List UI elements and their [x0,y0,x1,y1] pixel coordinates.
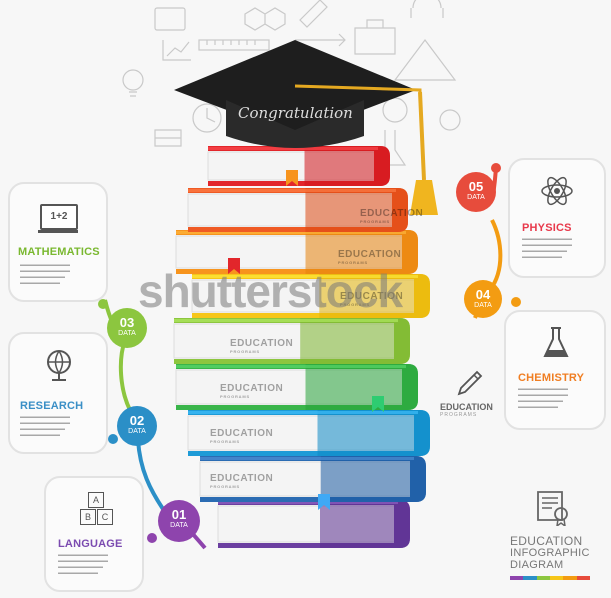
footer-line-3: DIAGRAM [510,559,564,571]
card-physics: PHYSICS ▬▬▬▬▬▬▬▬▬▬ ▬▬▬▬▬▬▬▬▬▬ ▬▬▬▬▬▬▬▬▬ ▬▬▬… [508,158,606,278]
card-language: A B C LANGUAGE ▬▬▬▬▬▬▬▬▬▬ ▬▬▬▬▬▬▬▬▬▬ ▬▬▬▬▬… [44,476,144,592]
graduation-cap-icon [174,40,438,215]
language-title: LANGUAGE [58,538,123,550]
abc-blocks-icon: A B C [78,492,118,526]
pencil-icon [457,370,483,396]
footer-color-bar [510,576,590,580]
footer-title: EDUCATION INFOGRAPHIC DIAGRAM [510,535,590,571]
footer-color-segment [576,576,590,580]
book-label-5: EDUCATION PROGRAMS [230,338,294,354]
chemistry-text: ▬▬▬▬▬▬▬▬▬▬ ▬▬▬▬▬▬▬▬▬▬ ▬▬▬▬▬▬▬▬▬ ▬▬▬▬▬▬▬▬ [518,386,568,410]
side-note-sub: PROGRAMS [440,412,478,418]
research-title: RESEARCH [20,400,84,412]
step-node-05: 05 DATA [456,172,496,212]
footer-line-1: EDUCATION [510,534,583,548]
physics-text: ▬▬▬▬▬▬▬▬▬▬ ▬▬▬▬▬▬▬▬▬▬ ▬▬▬▬▬▬▬▬▬ ▬▬▬▬▬▬▬▬ [522,236,572,260]
research-text: ▬▬▬▬▬▬▬▬▬▬ ▬▬▬▬▬▬▬▬▬▬ ▬▬▬▬▬▬▬▬▬ ▬▬▬▬▬▬▬▬ [20,414,70,438]
step-node-01: 01 DATA [158,500,200,542]
side-note-title: EDUCATION [440,402,493,412]
infographic: Congratulation EDUCATION PROGRAMS EDUCATI… [0,0,611,598]
flask-icon [543,327,569,357]
atom-icon [541,176,573,206]
globe-icon [47,350,71,381]
step-node-02: 02 DATA [117,406,157,446]
diploma-icon [537,491,568,526]
card-research: RESEARCH ▬▬▬▬▬▬▬▬▬▬ ▬▬▬▬▬▬▬▬▬▬ ▬▬▬▬▬▬▬▬▬ ▬▬… [8,332,108,454]
footer-line-2: INFOGRAPHIC [510,547,590,559]
footer-color-segment [549,576,564,580]
card-mathematics: 1+2 MATHEMATICS ▬▬▬▬▬▬▬▬▬▬ ▬▬▬▬▬▬▬▬▬▬ ▬▬▬▬… [8,182,108,302]
calculator-stand [38,230,78,233]
footer-color-segment [523,576,537,580]
mathematics-title: MATHEMATICS [18,246,100,258]
chemistry-title: CHEMISTRY [518,372,585,384]
book-label-8: EDUCATION PROGRAMS [210,473,274,489]
cap-text: Congratulation [238,104,353,122]
book-label-3: EDUCATION PROGRAMS [338,249,402,265]
footer-color-segment [536,576,550,580]
physics-title: PHYSICS [522,222,572,234]
footer-color-segment [510,576,524,580]
calculator-icon: 1+2 [40,204,78,230]
footer-color-segment [563,576,577,580]
book-label-6: EDUCATION PROGRAMS [220,383,284,399]
book-9 [217,500,410,548]
step-node-04: 04 DATA [464,280,502,318]
book-label-7: EDUCATION PROGRAMS [210,428,274,444]
mathematics-text: ▬▬▬▬▬▬▬▬▬▬ ▬▬▬▬▬▬▬▬▬▬ ▬▬▬▬▬▬▬▬▬ ▬▬▬▬▬▬▬▬ [20,262,70,286]
watermark: shutterstock [138,265,403,317]
language-text: ▬▬▬▬▬▬▬▬▬▬ ▬▬▬▬▬▬▬▬▬▬ ▬▬▬▬▬▬▬▬▬ ▬▬▬▬▬▬▬▬ [58,552,108,576]
step-node-03: 03 DATA [107,308,147,348]
book-label-2: EDUCATION PROGRAMS [360,208,424,224]
card-chemistry: CHEMISTRY ▬▬▬▬▬▬▬▬▬▬ ▬▬▬▬▬▬▬▬▬▬ ▬▬▬▬▬▬▬▬▬ ▬… [504,310,606,430]
